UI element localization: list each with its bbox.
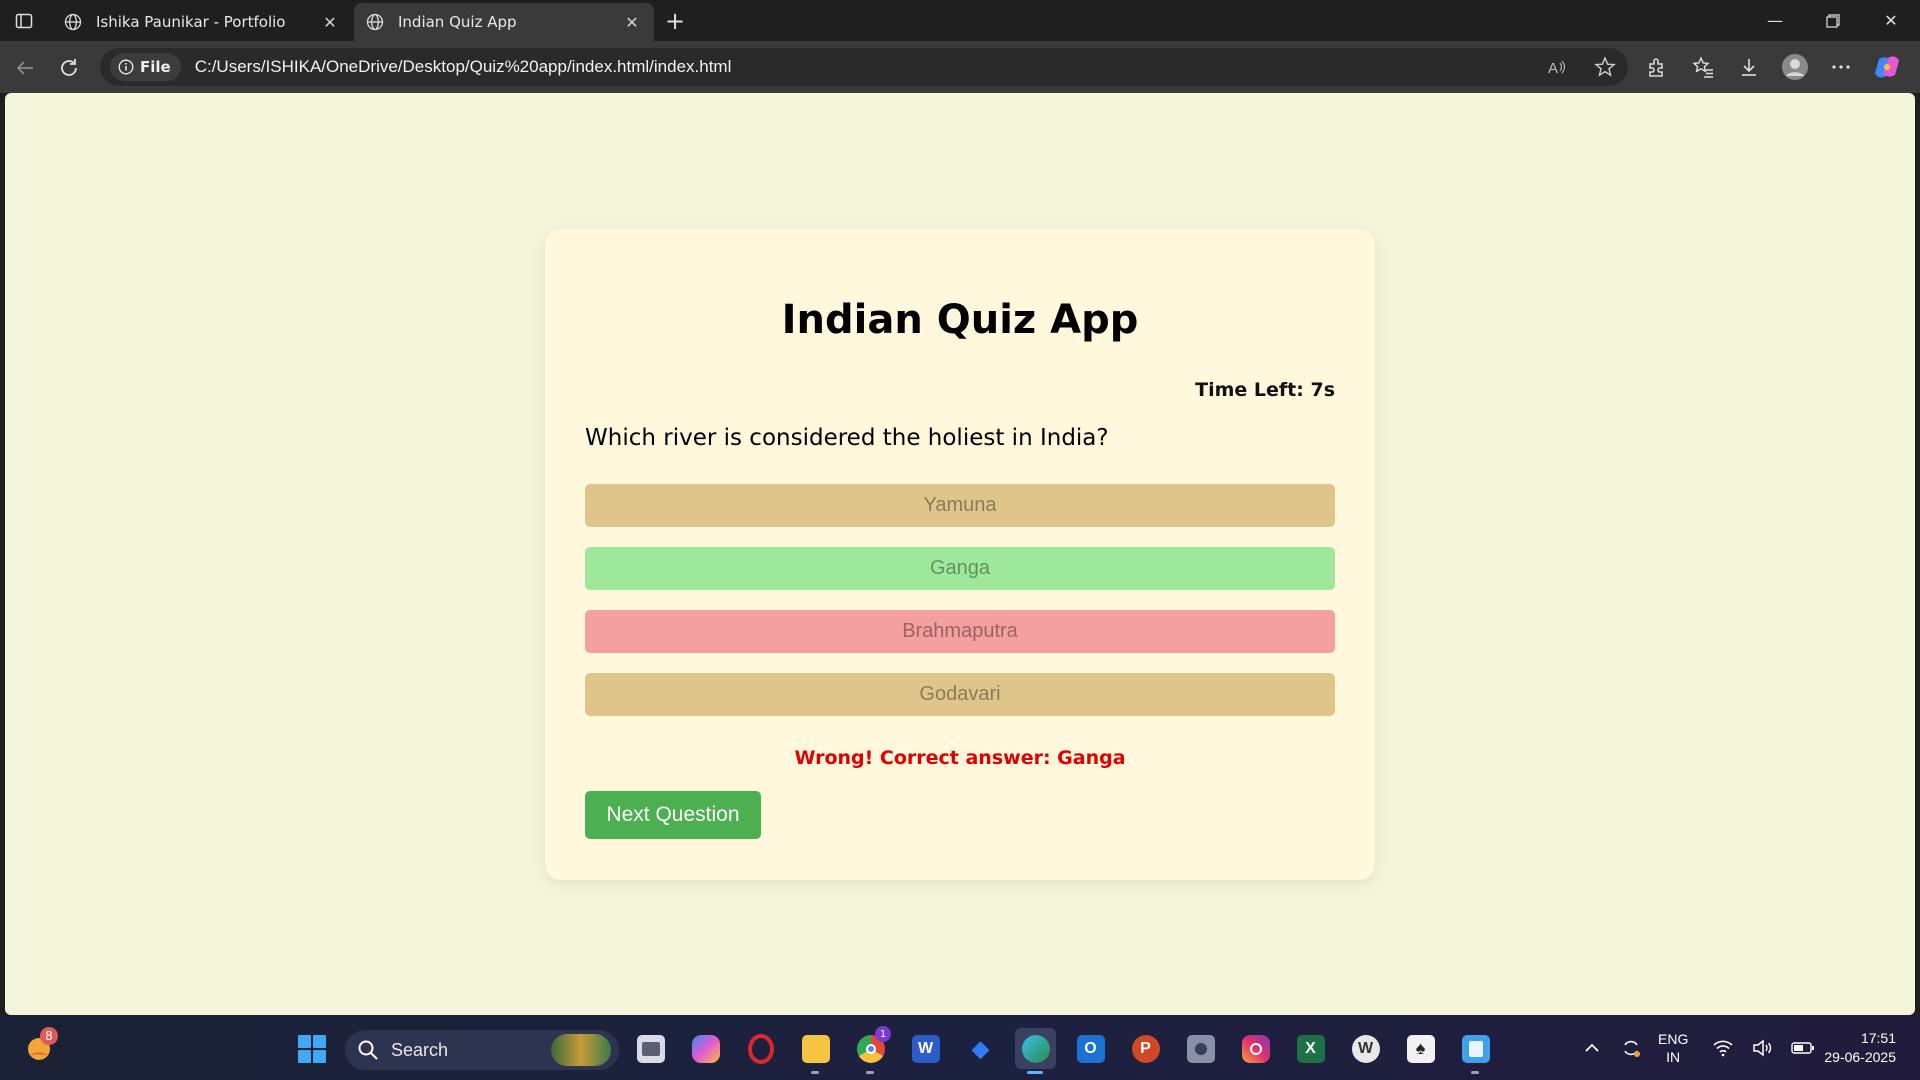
svg-text:A: A	[1548, 60, 1558, 77]
wordpress-icon[interactable]: W	[1345, 1028, 1386, 1069]
option-button-godavari[interactable]: Godavari	[585, 673, 1335, 716]
page-title: Indian Quiz App	[781, 297, 1139, 343]
restore-icon[interactable]	[1804, 0, 1862, 41]
opera-icon[interactable]	[740, 1028, 781, 1069]
file-explorer-icon[interactable]	[630, 1028, 671, 1069]
sync-icon[interactable]	[1618, 1037, 1644, 1059]
solitaire-icon[interactable]: ♠	[1400, 1028, 1441, 1069]
taskbar-clock[interactable]: 17:51 29-06-2025	[1812, 1029, 1896, 1067]
copilot-icon[interactable]	[685, 1028, 726, 1069]
tab-title: Indian Quiz App	[398, 13, 517, 31]
tab-portfolio[interactable]: Ishika Paunikar - Portfolio ✕	[52, 3, 352, 41]
copilot-icon[interactable]	[1870, 50, 1904, 84]
dropbox-icon[interactable]: ◆	[960, 1028, 1001, 1069]
search-icon	[358, 1040, 378, 1060]
site-info-button[interactable]: File	[110, 53, 181, 81]
notification-badge: 1	[875, 1026, 891, 1042]
option-button-ganga[interactable]: Ganga	[585, 547, 1335, 590]
chevron-up-icon[interactable]	[1580, 1043, 1604, 1053]
next-question-button[interactable]: Next Question	[585, 791, 761, 839]
option-button-yamuna[interactable]: Yamuna	[585, 484, 1335, 527]
browser-toolbar: File C:/Users/ISHIKA/OneDrive/Desktop/Qu…	[0, 41, 1920, 93]
language-indicator[interactable]: ENG IN	[1658, 1030, 1688, 1066]
language-text: ENG	[1658, 1031, 1689, 1047]
profile-avatar-icon[interactable]	[1778, 50, 1812, 84]
instagram-icon[interactable]	[1235, 1028, 1276, 1069]
read-aloud-icon[interactable]: A	[1542, 52, 1572, 82]
wifi-icon[interactable]	[1710, 1039, 1736, 1057]
page-viewport: Indian Quiz App Time Left: 7s Which rive…	[5, 93, 1915, 1015]
search-placeholder: Search	[391, 1039, 449, 1060]
date-text: 29-06-2025	[1824, 1049, 1896, 1065]
question-text: Which river is considered the holiest in…	[585, 425, 1109, 451]
tab-quiz-app[interactable]: Indian Quiz App ✕	[354, 3, 654, 41]
window-close-icon[interactable]: ✕	[1862, 0, 1920, 41]
close-icon[interactable]: ✕	[622, 12, 642, 32]
favorites-icon[interactable]	[1686, 50, 1720, 84]
favorite-star-icon[interactable]	[1590, 52, 1620, 82]
quiz-card: Indian Quiz App Time Left: 7s Which rive…	[545, 229, 1375, 880]
system-tray: ENG IN	[1580, 1025, 1816, 1071]
more-menu-icon[interactable]	[1824, 50, 1858, 84]
edge-icon[interactable]	[1015, 1028, 1056, 1074]
volume-icon[interactable]	[1750, 1038, 1776, 1058]
taskbar: 8 Search 1 W ◆ O P X W ♠ ENG IN 17:51 29-	[0, 1015, 1920, 1080]
extensions-icon[interactable]	[1640, 50, 1674, 84]
word-icon[interactable]: W	[905, 1028, 946, 1069]
powerpoint-icon[interactable]: P	[1125, 1028, 1166, 1069]
globe-icon	[64, 13, 82, 31]
time-text: 17:51	[1860, 1030, 1896, 1046]
notepad-icon[interactable]	[1455, 1028, 1496, 1074]
camera-icon[interactable]	[1180, 1028, 1221, 1069]
timer-text: Time Left: 7s	[1195, 379, 1335, 401]
folder-icon[interactable]	[795, 1028, 836, 1074]
downloads-icon[interactable]	[1732, 50, 1766, 84]
region-text: IN	[1666, 1049, 1681, 1065]
browser-titlebar: Ishika Paunikar - Portfolio ✕ Indian Qui…	[0, 0, 1920, 41]
options-list: Yamuna Ganga Brahmaputra Godavari	[585, 484, 1335, 736]
feedback-message: Wrong! Correct answer: Ganga	[794, 747, 1126, 769]
tab-actions-icon[interactable]	[10, 8, 38, 34]
outlook-icon[interactable]: O	[1070, 1028, 1111, 1069]
chrome-icon[interactable]: 1	[850, 1026, 891, 1074]
windows-start-icon[interactable]	[298, 1035, 326, 1063]
excel-icon[interactable]: X	[1290, 1028, 1331, 1069]
taskbar-search-box[interactable]: Search	[345, 1030, 619, 1070]
minimize-icon[interactable]: —	[1746, 0, 1804, 41]
search-highlight-icon	[551, 1034, 611, 1066]
close-icon[interactable]: ✕	[320, 12, 340, 32]
option-button-brahmaputra[interactable]: Brahmaputra	[585, 610, 1335, 653]
new-tab-icon[interactable]: +	[660, 6, 690, 36]
notification-badge: 8	[40, 1027, 58, 1045]
back-arrow-icon[interactable]	[8, 51, 42, 85]
tab-title: Ishika Paunikar - Portfolio	[96, 13, 286, 31]
globe-icon	[366, 13, 384, 31]
info-icon	[118, 59, 134, 75]
reload-icon[interactable]	[52, 51, 86, 85]
address-bar[interactable]: File C:/Users/ISHIKA/OneDrive/Desktop/Qu…	[100, 48, 1628, 86]
scheme-badge: File	[140, 58, 171, 76]
url-text[interactable]: C:/Users/ISHIKA/OneDrive/Desktop/Quiz%20…	[195, 57, 732, 77]
